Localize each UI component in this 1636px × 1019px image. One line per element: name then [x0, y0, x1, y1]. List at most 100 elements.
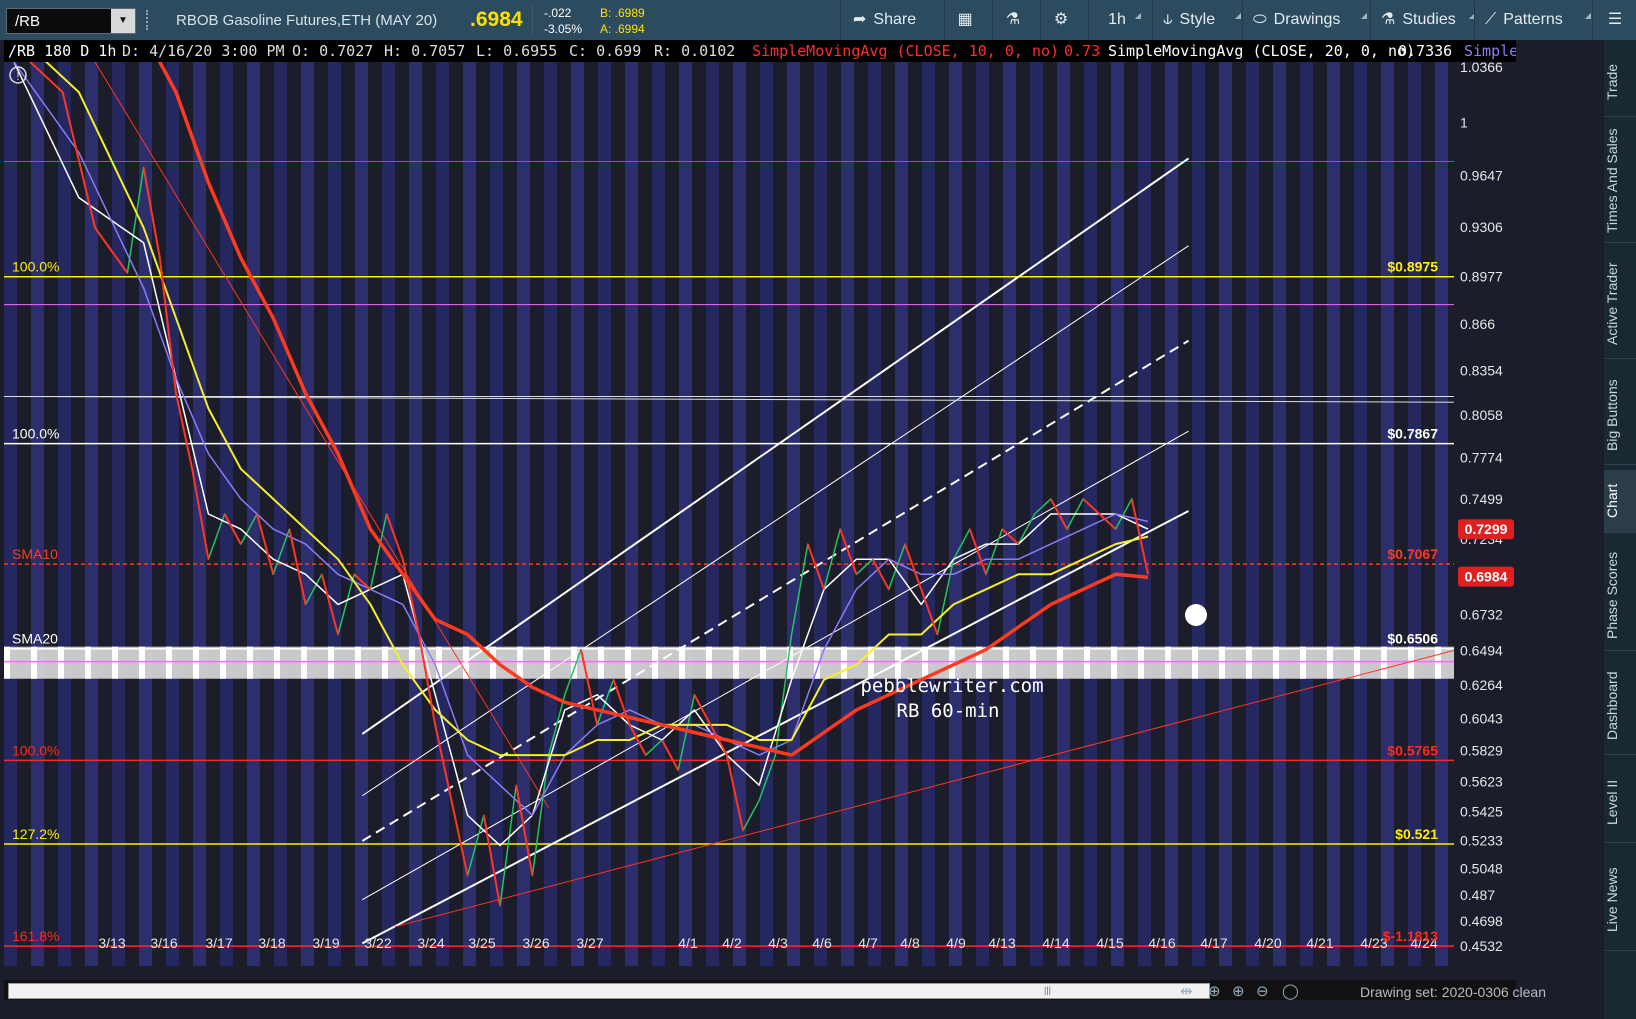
watermark-line-1: pebblewriter.com — [860, 675, 1043, 697]
ask-price: A: .6994 — [600, 22, 645, 36]
level-left-label: SMA10 — [12, 546, 58, 562]
chevron-down-icon[interactable]: ▼ — [111, 9, 135, 33]
support-zone-tick — [139, 646, 145, 679]
expand-icon[interactable]: ⤢ — [1468, 47, 1481, 64]
zoom-fit-icon[interactable]: ◯ — [1282, 982, 1299, 1000]
sma10-value: 0.73 — [1064, 42, 1101, 60]
support-zone-tick — [166, 646, 172, 679]
session-stripe — [598, 62, 611, 966]
drag-grip-icon[interactable] — [146, 10, 154, 30]
symbol-selector[interactable]: /RB ▼ — [6, 8, 136, 34]
sma50-label[interactable]: SimpleMovingAvg (CLOSE,... — [1464, 42, 1516, 60]
support-zone-tick — [274, 646, 280, 679]
settings-button[interactable]: ⚙ — [1040, 0, 1081, 40]
support-zone-tick — [679, 646, 685, 679]
session-stripe — [1003, 62, 1016, 966]
drawing-handle-icon[interactable] — [1185, 604, 1207, 626]
price-label: 0.7299 — [1465, 521, 1508, 537]
flexible-grid-button[interactable]: ▦ — [944, 0, 985, 40]
session-stripe — [1273, 62, 1286, 966]
session-stripe — [58, 62, 71, 966]
session-stripe — [1354, 62, 1367, 966]
level-left-label: 100.0% — [12, 259, 59, 275]
support-zone-tick — [31, 646, 37, 679]
x-tick-label: 3/16 — [150, 935, 177, 951]
tab-phase-scores[interactable]: Phase Scores — [1604, 540, 1636, 651]
tab-trade[interactable]: Trade — [1604, 48, 1636, 117]
patterns-button[interactable]: ⟋ Patterns ◢ — [1474, 0, 1595, 40]
bid-ask: B: .6989 A: .6994 — [600, 5, 645, 37]
menu-icon: ☰ — [1607, 11, 1623, 28]
scroll-track[interactable] — [8, 983, 1210, 999]
x-tick-label: 4/8 — [900, 935, 920, 951]
style-button[interactable]: ⫝ Style ◢ — [1152, 0, 1245, 40]
support-zone-tick — [1381, 646, 1387, 679]
chart-area[interactable]: 1.0366 1 0.9647 0.9306 0.8977 0.866 0.8354 0.80… — [4, 31, 1521, 966]
price-chart[interactable]: 1.0366 1 0.9647 0.9306 0.8977 0.866 0.8354 0.80… — [4, 31, 1521, 966]
scroll-thumb[interactable]: ||| — [1044, 985, 1084, 995]
session-stripe — [706, 62, 719, 966]
session-stripe — [463, 62, 476, 966]
session-stripe — [1192, 62, 1205, 966]
patterns-icon: ⟋ — [1485, 11, 1497, 28]
session-stripe — [733, 62, 746, 966]
corner-arrow-icon: ◢ — [1134, 11, 1141, 20]
support-zone-tick — [382, 646, 388, 679]
share-button[interactable]: ➦ Share — [840, 0, 945, 40]
price-change: -.022 -3.05% — [544, 5, 582, 37]
tab-chart[interactable]: Chart — [1604, 470, 1636, 533]
session-stripe — [841, 62, 854, 966]
y-tick-label: 0.5048 — [1460, 860, 1503, 876]
chart-info-bar: /RB 180 D 1h D: 4/16/20 3:00 PM O: 0.702… — [4, 40, 1516, 62]
support-zone-tick — [58, 646, 64, 679]
x-tick-label: 4/2 — [722, 935, 742, 951]
tab-times-and-sales[interactable]: Times And Sales — [1604, 120, 1636, 243]
sma10-label[interactable]: SimpleMovingAvg (CLOSE, 10, 0, no) — [752, 42, 1059, 60]
y-tick-label: 0.8977 — [1460, 268, 1503, 284]
x-tick-label: 4/15 — [1096, 935, 1123, 951]
studies-lab-button[interactable]: ⚗ — [992, 0, 1033, 40]
level-left-label: 161.8% — [12, 928, 59, 944]
session-stripe — [274, 62, 287, 966]
pan-icon[interactable]: ⇹ — [1180, 982, 1193, 1000]
tab-level-ii[interactable]: Level II — [1604, 762, 1636, 843]
bar-open: O: 0.7027 — [292, 42, 374, 60]
x-tick-label: 4/13 — [988, 935, 1015, 951]
timeframe-button[interactable]: 1h ◢ — [1088, 0, 1145, 40]
price-label: 0.6984 — [1465, 569, 1508, 585]
sma20-label[interactable]: SimpleMovingAvg (CLOSE, 20, 0, no) — [1108, 42, 1415, 60]
corner-arrow-icon: ◢ — [1360, 11, 1367, 20]
bid-price: B: .6989 — [600, 6, 645, 20]
session-stripe — [382, 62, 395, 966]
crosshair-icon[interactable]: ⊕ — [1208, 982, 1221, 1000]
bar-date: D: 4/16/20 3:00 PM — [122, 42, 285, 60]
last-price: .6984 — [470, 8, 523, 31]
tab-live-news[interactable]: Live News — [1604, 850, 1636, 951]
tab-big-buttons[interactable]: Big Buttons — [1604, 366, 1636, 465]
support-zone-tick — [625, 646, 631, 679]
tab-active-trader[interactable]: Active Trader — [1604, 250, 1636, 359]
session-stripe — [436, 62, 449, 966]
zoom-out-icon[interactable]: ⊖ — [1256, 982, 1269, 1000]
session-stripe — [1300, 62, 1313, 966]
percent-change: -3.05% — [544, 22, 583, 36]
tab-dashboard[interactable]: Dashboard — [1604, 658, 1636, 755]
level-left-label: SMA20 — [12, 631, 58, 647]
studies-button[interactable]: ⚗ Studies ◢ — [1370, 0, 1479, 40]
drawings-button[interactable]: ⬭ Drawings ◢ — [1242, 0, 1371, 40]
support-zone-tick — [85, 646, 91, 679]
support-zone-tick — [112, 646, 118, 679]
menu-button[interactable]: ☰ — [1592, 0, 1636, 40]
support-zone-tick — [355, 646, 361, 679]
support-zone-tick — [1273, 646, 1279, 679]
grid-icon: ▦ — [957, 11, 973, 28]
support-zone-tick — [1003, 646, 1009, 679]
x-tick-label: 3/17 — [205, 935, 232, 951]
x-tick-label: 3/13 — [98, 935, 125, 951]
zoom-in-icon[interactable]: ⊕ — [1232, 982, 1245, 1000]
session-stripe — [1246, 62, 1259, 966]
support-zone-tick — [1192, 646, 1198, 679]
support-zone-tick — [4, 646, 10, 679]
y-tick-label: 0.5623 — [1460, 774, 1503, 790]
bar-range: R: 0.0102 — [654, 42, 736, 60]
